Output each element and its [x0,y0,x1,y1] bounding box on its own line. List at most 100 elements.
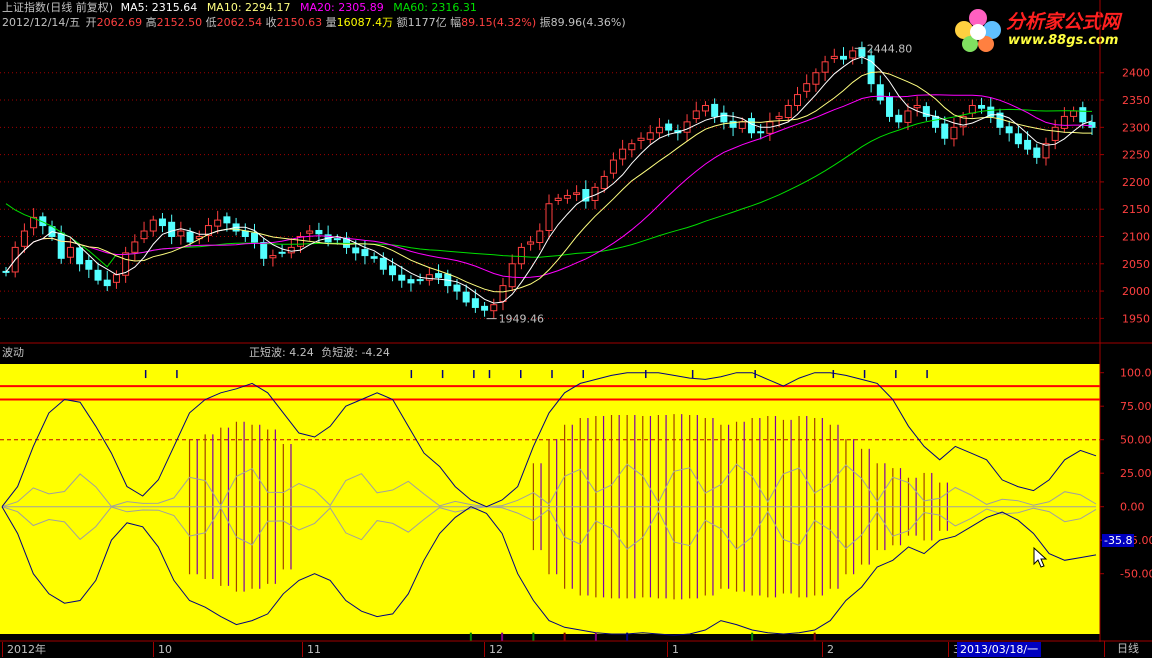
price-tick-label: 2050 [1122,258,1150,271]
candle-body [563,195,571,199]
candle-body [619,148,627,160]
candle-body [775,115,783,120]
candle-body [609,159,617,174]
candle-body [858,47,866,57]
candle-body [306,230,314,234]
candle-body [886,96,894,117]
candle-body [1060,115,1068,129]
candle-body [260,241,268,259]
candle-body [57,232,65,259]
candle-body [600,175,608,189]
candle-body [904,110,912,123]
candle-body [85,260,93,270]
candle-body [490,304,498,312]
candle-body [895,114,903,123]
candle-body [425,274,433,281]
price-tick-label: 1950 [1122,312,1150,325]
candle-body [1005,126,1013,134]
indicator-tick-label: 100.0 [1120,367,1152,380]
period-button[interactable]: 日线 [1104,641,1151,657]
candle-body [968,104,976,114]
candle-body [637,137,645,141]
price-tick-label: 2000 [1122,285,1150,298]
candle-body [352,247,360,254]
candle-body [849,50,857,59]
ma20-line [5,94,1093,279]
candle-body [20,230,28,247]
price-tick-label: 2100 [1122,230,1150,243]
ma60-line [5,108,1093,268]
price-tick-label: 2300 [1122,121,1150,134]
candle-body [435,273,443,278]
candle-body [747,118,755,134]
candle-body [830,55,838,60]
candle-body [913,104,921,109]
candle-body [803,83,811,92]
price-tick-label: 2400 [1122,67,1150,80]
candle-body [701,104,709,112]
candle-body [1033,147,1041,158]
candle-body [499,285,507,302]
candle-body [481,305,489,311]
indicator-tick-label: 0.00 [1120,501,1145,514]
candle-body [683,121,691,133]
candle-body [738,121,746,129]
candle-body [1088,121,1096,128]
candle-body [793,94,801,106]
price-tick-label: 2150 [1122,203,1150,216]
time-axis-label: 2 [822,642,834,657]
candle-body [112,274,120,283]
candle-body [950,126,958,140]
candle-body [370,256,378,259]
stock-chart-window: { "header": { "title": "上证指数(日线 前复权)", "… [0,0,1152,658]
candle-body [103,279,111,287]
candle-body [407,279,415,284]
candle-body [932,115,940,128]
candle-body [692,110,700,120]
candle-body [508,263,516,288]
candle-body [545,203,553,231]
candle-body [177,230,185,237]
candle-body [1024,139,1032,150]
candle-body [140,230,148,240]
candle-body [361,249,369,257]
candle-body [876,84,884,101]
candle-body [1079,107,1087,123]
candle-body [821,61,829,73]
indicator-tick-label: 25.00 [1120,467,1152,480]
price-tick-label: 2200 [1122,176,1150,189]
candle-body [554,197,562,201]
candle-body [149,219,157,232]
candle-body [573,192,581,195]
candle-body [527,241,535,245]
time-axis-label: 11 [302,642,321,657]
indicator-tick-label: 50.00 [1120,434,1152,447]
candle-body [389,265,397,276]
candle-body [269,255,277,259]
candle-body [655,126,663,134]
candle-body [1051,126,1059,141]
candle-body [517,246,525,265]
candle-body [453,284,461,292]
chart-canvas[interactable]: 2444.80 1949.46 2400 2350 2300 2250 2200 2150 2… [0,0,1152,658]
candle-body [416,279,424,282]
candle-body [94,269,102,281]
candle-body [379,257,387,270]
candle-body [941,123,949,139]
candle-body [278,251,286,254]
candle-body [214,219,222,227]
candle-body [241,230,249,237]
candle-body [757,131,765,134]
candle-body [186,231,194,243]
price-chart[interactable]: 2444.80 1949.46 [2,41,1096,326]
candle-body [840,55,848,60]
candle-body [646,132,654,140]
candle-body [287,246,295,254]
candle-body [536,230,544,243]
candle-body [223,216,231,224]
candle-body [168,221,176,237]
candle-body [1070,110,1078,117]
candle-body [122,252,130,276]
time-axis-label: 1 [667,642,679,657]
time-axis-label: 10 [153,642,172,657]
